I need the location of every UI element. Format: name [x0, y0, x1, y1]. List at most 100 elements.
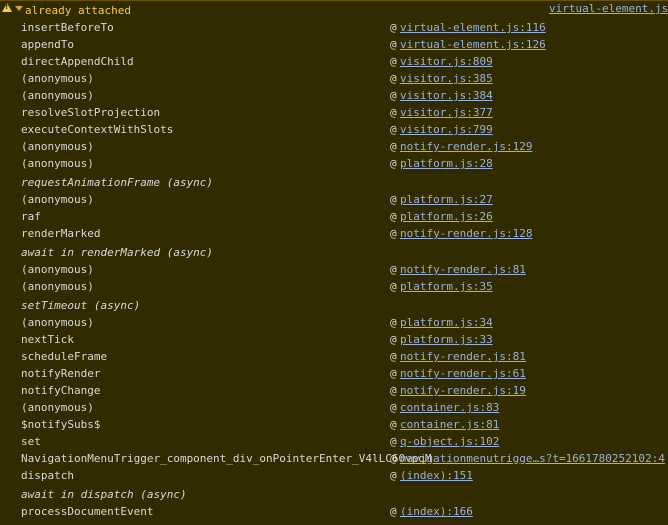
- frame-function-name: (anonymous): [21, 140, 94, 153]
- frame-source-link[interactable]: (index):151: [400, 469, 473, 482]
- frame-function-name: nextTick: [21, 333, 74, 346]
- async-label: await in dispatch (async): [21, 488, 187, 501]
- frame-source-link[interactable]: notify-render.js:129: [400, 140, 532, 153]
- source-location-link[interactable]: virtual-element.js:1: [549, 2, 668, 15]
- at-symbol: @: [390, 367, 397, 380]
- stack-frame-row: (anonymous) @ platform.js:34: [0, 314, 668, 331]
- frame-source-link[interactable]: q-object.js:102: [400, 435, 499, 448]
- frame-source-link[interactable]: platform.js:33: [400, 333, 493, 346]
- async-label: requestAnimationFrame (async): [21, 176, 214, 189]
- frame-source-link[interactable]: visitor.js:385: [400, 72, 493, 85]
- frame-source-link[interactable]: visitor.js:809: [400, 55, 493, 68]
- frame-source-link[interactable]: platform.js:35: [400, 280, 493, 293]
- frame-source-link[interactable]: notify-render.js:128: [400, 227, 532, 240]
- stack-frame-row: scheduleFrame @ notify-render.js:81: [0, 348, 668, 365]
- frame-function-name: processDocumentEvent: [21, 505, 154, 518]
- frame-source-link[interactable]: platform.js:27: [400, 193, 493, 206]
- at-symbol: @: [390, 401, 397, 414]
- at-symbol: @: [390, 263, 397, 276]
- stack-frame-row: renderMarked @ notify-render.js:128: [0, 225, 668, 242]
- stack-frame-row: (anonymous) @ notify-render.js:81: [0, 261, 668, 278]
- stack-frame-row: raf @ platform.js:26: [0, 208, 668, 225]
- at-symbol: @: [390, 21, 397, 34]
- async-separator: requestAnimationFrame (async): [0, 174, 668, 191]
- frame-function-name: (anonymous): [21, 193, 94, 206]
- stack-frame-row: notifyRender @ notify-render.js:61: [0, 365, 668, 382]
- frame-function-name: (anonymous): [21, 157, 94, 170]
- at-symbol: @: [390, 333, 397, 346]
- frame-source-link[interactable]: visitor.js:384: [400, 89, 493, 102]
- frame-function-name: $notifySubs$: [21, 418, 101, 431]
- stack-frame-row: (anonymous) @ platform.js:28: [0, 155, 668, 172]
- frame-function-name: set: [21, 435, 41, 448]
- at-symbol: @: [390, 55, 397, 68]
- frame-source-link[interactable]: notify-render.js:81: [400, 350, 526, 363]
- warning-message-text[interactable]: already attached: [25, 4, 131, 17]
- frame-function-name: insertBeforeTo: [21, 21, 114, 34]
- frame-function-name: raf: [21, 210, 41, 223]
- frame-source-link[interactable]: platform.js:28: [400, 157, 493, 170]
- stack-frame-row: directAppendChild @ visitor.js:809: [0, 53, 668, 70]
- stack-frame-row: set @ q-object.js:102: [0, 433, 668, 450]
- at-symbol: @: [390, 140, 397, 153]
- stack-frame-row: appendTo @ virtual-element.js:126: [0, 36, 668, 53]
- frame-function-name: scheduleFrame: [21, 350, 108, 363]
- frame-source-link[interactable]: notify-render.js:81: [400, 263, 526, 276]
- at-symbol: @: [390, 280, 397, 293]
- frame-function-name: executeContextWithSlots: [21, 123, 174, 136]
- warning-header[interactable]: already attached virtual-element.js:1: [0, 1, 668, 19]
- at-symbol: @: [390, 227, 397, 240]
- stack-frame-row: (anonymous) @ notify-render.js:129: [0, 138, 668, 155]
- at-symbol: @: [390, 505, 397, 518]
- frame-source-link[interactable]: virtual-element.js:126: [400, 38, 546, 51]
- at-symbol: @: [390, 106, 397, 119]
- stack-frame-row: NavigationMenuTrigger_component_div_onPo…: [0, 450, 668, 467]
- at-symbol: @: [390, 210, 397, 223]
- at-symbol: @: [390, 316, 397, 329]
- frame-source-link[interactable]: notify-render.js:19: [400, 384, 526, 397]
- frame-source-link[interactable]: (index):166: [400, 505, 473, 518]
- stack-frame-row: resolveSlotProjection @ visitor.js:377: [0, 104, 668, 121]
- frame-function-name: (anonymous): [21, 263, 94, 276]
- frame-function-name: (anonymous): [21, 89, 94, 102]
- frame-function-name: notifyRender: [21, 367, 101, 380]
- at-symbol: @: [390, 157, 397, 170]
- at-symbol: @: [390, 193, 397, 206]
- frame-source-link[interactable]: platform.js:34: [400, 316, 493, 329]
- at-symbol: @: [390, 469, 397, 482]
- stack-frame-row: (anonymous) @ visitor.js:385: [0, 70, 668, 87]
- at-symbol: @: [390, 452, 397, 465]
- frame-source-link[interactable]: container.js:81: [400, 418, 499, 431]
- frame-source-link[interactable]: virtual-element.js:116: [400, 21, 546, 34]
- frame-function-name: directAppendChild: [21, 55, 134, 68]
- frame-function-name: renderMarked: [21, 227, 101, 240]
- frame-function-name: NavigationMenuTrigger_component_div_onPo…: [21, 452, 432, 465]
- frame-source-link[interactable]: platform.js:26: [400, 210, 493, 223]
- stack-frame-row: (anonymous) @ visitor.js:384: [0, 87, 668, 104]
- frame-source-link[interactable]: visitor.js:377: [400, 106, 493, 119]
- at-symbol: @: [390, 384, 397, 397]
- async-label: await in renderMarked (async): [21, 246, 214, 259]
- disclosure-triangle-icon[interactable]: [15, 6, 23, 11]
- frame-source-link[interactable]: visitor.js:799: [400, 123, 493, 136]
- frame-source-link[interactable]: notify-render.js:61: [400, 367, 526, 380]
- frame-source-link[interactable]: navigationmenutrigge…s?t=1661780252102:4: [400, 452, 665, 465]
- frame-function-name: (anonymous): [21, 316, 94, 329]
- stack-frame-row: (anonymous) @ container.js:83: [0, 399, 668, 416]
- frame-function-name: (anonymous): [21, 280, 94, 293]
- frame-source-link[interactable]: container.js:83: [400, 401, 499, 414]
- warning-icon: [2, 3, 12, 12]
- stack-frame-row: (anonymous) @ platform.js:27: [0, 191, 668, 208]
- stack-frame-row: dispatch @ (index):151: [0, 467, 668, 484]
- stack-frame-row: insertBeforeTo @ virtual-element.js:116: [0, 19, 668, 36]
- at-symbol: @: [390, 123, 397, 136]
- at-symbol: @: [390, 72, 397, 85]
- frame-function-name: (anonymous): [21, 401, 94, 414]
- async-separator: setTimeout (async): [0, 297, 668, 314]
- stack-frame-row: (anonymous) @ platform.js:35: [0, 278, 668, 295]
- frame-function-name: dispatch: [21, 469, 74, 482]
- at-symbol: @: [390, 418, 397, 431]
- stack-frame-row: $notifySubs$ @ container.js:81: [0, 416, 668, 433]
- stack-frame-row: notifyChange @ notify-render.js:19: [0, 382, 668, 399]
- at-symbol: @: [390, 350, 397, 363]
